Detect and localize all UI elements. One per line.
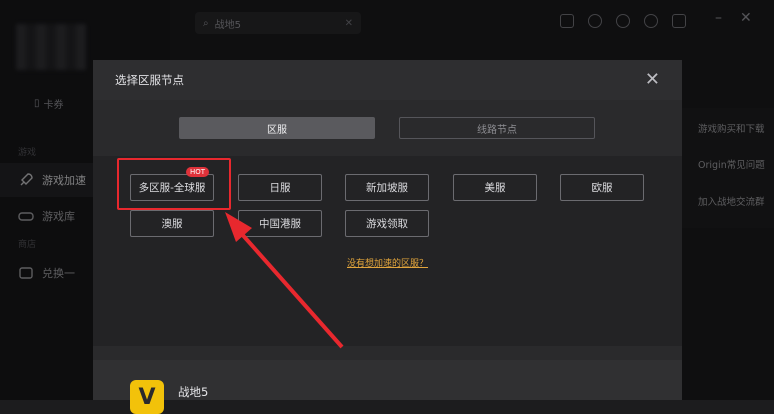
red-arrow-annotation [225,212,344,349]
